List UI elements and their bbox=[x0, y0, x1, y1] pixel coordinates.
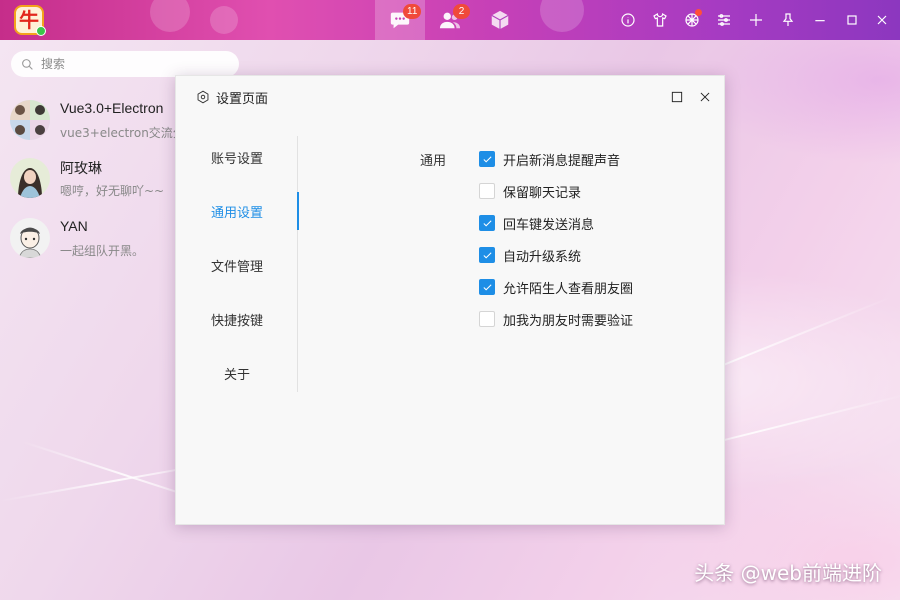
menu-item-general[interactable]: 通用设置 bbox=[176, 192, 299, 230]
search-box[interactable] bbox=[11, 51, 239, 77]
watermark: 头条 @web前端进阶 bbox=[694, 561, 882, 585]
menu-item-account[interactable]: 账号设置 bbox=[176, 138, 298, 176]
minimize-button[interactable] bbox=[806, 6, 834, 34]
option-auto-update[interactable]: 自动升级系统 bbox=[479, 246, 582, 265]
tab-apps[interactable] bbox=[475, 0, 525, 40]
check-icon bbox=[482, 283, 492, 291]
plus-icon bbox=[750, 14, 762, 26]
option-enter-to-send[interactable]: 回车键发送消息 bbox=[479, 214, 595, 233]
option-label: 自动升级系统 bbox=[503, 249, 582, 265]
settings-dialog: 设置页面 账号设置 通用设置 文件管理 快捷按键 关于 通用 开启新消息提醒声音… bbox=[175, 75, 725, 525]
avatar bbox=[10, 218, 50, 258]
skin-button[interactable] bbox=[678, 6, 706, 34]
minimize-icon bbox=[815, 20, 825, 22]
tab-contacts[interactable]: 2 bbox=[425, 0, 475, 40]
search-icon bbox=[22, 58, 33, 70]
menu-item-about[interactable]: 关于 bbox=[176, 354, 298, 392]
cube-icon bbox=[491, 10, 509, 30]
decor-bubble bbox=[540, 0, 584, 32]
checkbox[interactable] bbox=[479, 151, 495, 167]
add-button[interactable] bbox=[742, 6, 770, 34]
online-status-dot bbox=[36, 26, 46, 36]
contact-name: 阿玫琳 bbox=[60, 160, 102, 176]
check-icon bbox=[482, 219, 492, 227]
info-button[interactable] bbox=[614, 6, 642, 34]
menu-item-shortcuts[interactable]: 快捷按键 bbox=[176, 300, 298, 338]
checkbox[interactable] bbox=[479, 183, 495, 199]
option-label: 允许陌生人查看朋友圈 bbox=[503, 281, 634, 297]
contact-last-message: 嗯哼，好无聊吖~~ bbox=[60, 184, 165, 198]
maximize-icon bbox=[847, 15, 857, 25]
unread-badge: 11 bbox=[403, 4, 422, 19]
contact-last-message: 一起组队开黑。 bbox=[60, 244, 145, 258]
settings-menu: 账号设置 通用设置 文件管理 快捷按键 关于 bbox=[176, 136, 299, 392]
contact-last-message: vue3+electron交流分 bbox=[60, 126, 178, 140]
avatar bbox=[10, 158, 50, 198]
check-icon bbox=[482, 155, 492, 163]
checkbox[interactable] bbox=[479, 215, 495, 231]
close-icon bbox=[877, 15, 887, 25]
search-input[interactable] bbox=[41, 57, 231, 71]
dialog-title: 设置页面 bbox=[196, 86, 268, 108]
option-label: 回车键发送消息 bbox=[503, 217, 595, 233]
dialog-close-button[interactable] bbox=[694, 86, 716, 108]
sliders-icon bbox=[718, 14, 730, 26]
theme-button[interactable] bbox=[646, 6, 674, 34]
option-new-message-sound[interactable]: 开启新消息提醒声音 bbox=[479, 150, 621, 169]
app-logo[interactable]: 牛 bbox=[12, 4, 46, 36]
settings-hex-icon bbox=[197, 90, 209, 104]
decor-bubble bbox=[150, 0, 190, 32]
option-label: 加我为朋友时需要验证 bbox=[503, 313, 634, 329]
dialog-title-text: 设置页面 bbox=[216, 91, 269, 107]
avatar bbox=[10, 100, 50, 140]
option-label: 开启新消息提醒声音 bbox=[503, 153, 621, 169]
info-icon bbox=[621, 13, 635, 27]
section-label: 通用 bbox=[420, 154, 447, 169]
menu-item-files[interactable]: 文件管理 bbox=[176, 246, 298, 284]
pin-icon bbox=[782, 13, 794, 26]
top-bar: 牛 11 2 bbox=[0, 0, 900, 40]
maximize-button[interactable] bbox=[838, 6, 866, 34]
maximize-icon bbox=[671, 91, 683, 103]
contact-name: YAN bbox=[60, 218, 88, 234]
option-stranger-moments[interactable]: 允许陌生人查看朋友圈 bbox=[479, 278, 634, 297]
tab-chat[interactable]: 11 bbox=[375, 0, 425, 40]
option-friend-verification[interactable]: 加我为朋友时需要验证 bbox=[479, 310, 634, 329]
checkbox[interactable] bbox=[479, 247, 495, 263]
decor-bubble bbox=[210, 6, 238, 34]
settings-button[interactable] bbox=[710, 6, 738, 34]
dialog-maximize-button[interactable] bbox=[666, 86, 688, 108]
option-keep-chat-history[interactable]: 保留聊天记录 bbox=[479, 182, 582, 201]
pin-button[interactable] bbox=[774, 6, 802, 34]
notification-dot bbox=[695, 9, 702, 16]
tshirt-icon bbox=[653, 12, 667, 27]
request-badge: 2 bbox=[453, 4, 470, 19]
contact-name: Vue3.0+Electron bbox=[60, 100, 164, 116]
checkbox[interactable] bbox=[479, 279, 495, 295]
checkbox[interactable] bbox=[479, 311, 495, 327]
close-icon bbox=[700, 92, 710, 102]
close-button[interactable] bbox=[868, 6, 896, 34]
option-label: 保留聊天记录 bbox=[503, 185, 582, 201]
check-icon bbox=[482, 251, 492, 259]
